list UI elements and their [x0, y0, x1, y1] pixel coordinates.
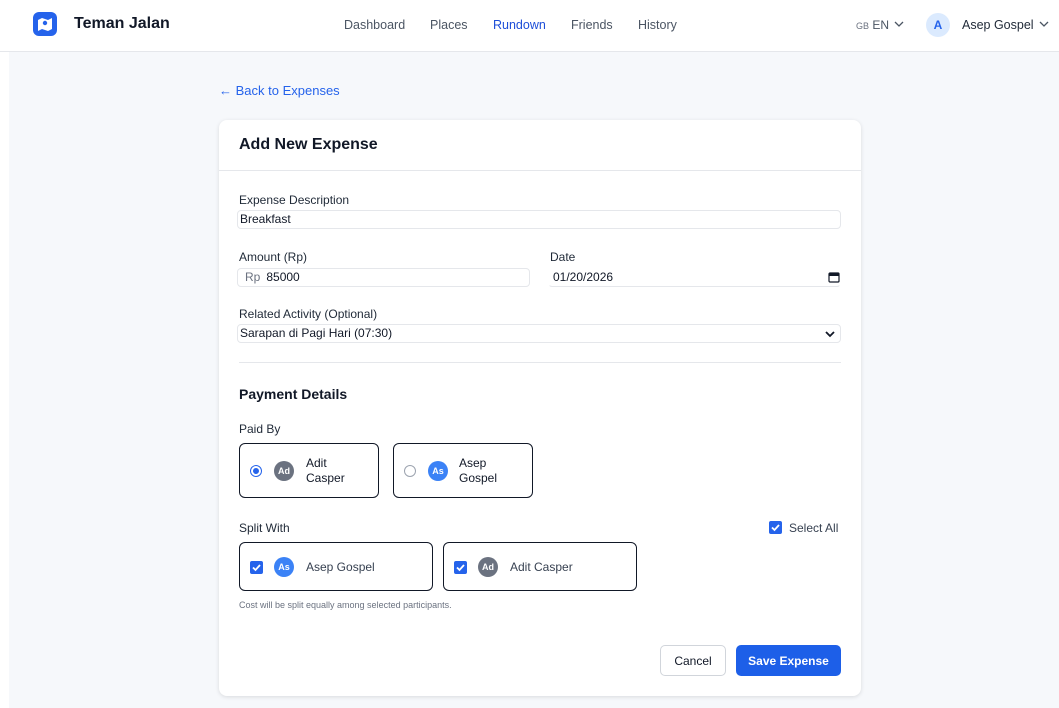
save-expense-button[interactable]: Save Expense — [736, 645, 841, 676]
back-to-expenses-link[interactable]: ← Back to Expenses — [219, 83, 340, 98]
check-icon — [456, 564, 465, 572]
nav-link-dashboard[interactable]: Dashboard — [344, 18, 405, 32]
nav-link-rundown[interactable]: Rundown — [493, 18, 546, 32]
cancel-button[interactable]: Cancel — [660, 645, 726, 676]
select-all-checkbox[interactable] — [769, 521, 782, 534]
paid-by-radio-adit[interactable] — [250, 465, 262, 477]
date-input[interactable]: 01/20/2026 — [548, 268, 841, 287]
nav-link-friends[interactable]: Friends — [571, 18, 613, 32]
avatar-adit: Ad — [274, 461, 294, 481]
split-name-adit: Adit Casper — [510, 560, 573, 574]
language-flag: GB — [856, 21, 870, 31]
check-icon — [252, 564, 261, 572]
payment-divider — [239, 362, 841, 363]
split-checkbox-adit[interactable] — [454, 561, 467, 574]
language-chevron-down-icon[interactable] — [894, 20, 904, 28]
top-navbar: Teman Jalan Dashboard Places Rundown Fri… — [0, 0, 1059, 52]
activity-label: Related Activity (Optional) — [239, 307, 378, 321]
nav-link-history[interactable]: History — [638, 18, 677, 32]
map-logo-icon[interactable] — [33, 12, 57, 36]
payment-details-title: Payment Details — [239, 386, 348, 402]
calendar-icon[interactable] — [828, 271, 840, 283]
description-value: Breakfast — [240, 212, 291, 226]
date-label: Date — [550, 250, 576, 264]
split-option-asep[interactable]: As Asep Gospel — [239, 542, 433, 591]
paid-by-option-asep[interactable]: As Asep Gospel — [393, 443, 533, 498]
select-all-label[interactable]: Select All — [789, 521, 838, 535]
avatar-asep-split: As — [274, 557, 294, 577]
split-name-asep: Asep Gospel — [306, 560, 375, 574]
title-divider — [219, 170, 861, 171]
user-menu-chevron-down-icon[interactable] — [1039, 20, 1049, 28]
activity-value: Sarapan di Pagi Hari (07:30) — [240, 326, 393, 340]
nav-link-places[interactable]: Places — [430, 18, 468, 32]
amount-label: Amount (Rp) — [239, 250, 308, 264]
split-option-adit[interactable]: Ad Adit Casper — [443, 542, 637, 591]
split-checkbox-asep[interactable] — [250, 561, 263, 574]
currency-prefix: Rp — [245, 270, 261, 284]
paid-by-name-asep-last: Gospel — [459, 471, 498, 485]
paid-by-name-adit-last: Casper — [306, 471, 345, 485]
paid-by-name-adit-first: Adit — [306, 456, 327, 470]
split-hint: Cost will be split equally among selecte… — [239, 600, 452, 610]
activity-chevron-down-icon[interactable] — [825, 330, 835, 338]
activity-select[interactable]: Sarapan di Pagi Hari (07:30) — [237, 324, 841, 343]
card-title: Add New Expense — [239, 136, 378, 153]
description-label: Expense Description — [239, 193, 350, 207]
add-expense-card: Add New Expense Expense Description Brea… — [219, 120, 861, 696]
user-name[interactable]: Asep Gospel — [962, 18, 1034, 32]
check-icon — [771, 524, 780, 532]
paid-by-name-asep-first: Asep — [459, 456, 487, 470]
language-selector[interactable]: GB EN — [856, 18, 889, 32]
user-avatar[interactable]: A — [926, 13, 950, 37]
language-code: EN — [872, 18, 890, 32]
left-edge-strip — [0, 52, 9, 708]
avatar-asep: As — [428, 461, 448, 481]
paid-by-label: Paid By — [239, 422, 281, 436]
paid-by-radio-asep[interactable] — [404, 465, 416, 477]
avatar-adit-split: Ad — [478, 557, 498, 577]
amount-input[interactable]: Rp 85000 — [237, 268, 530, 287]
date-value: 01/20/2026 — [553, 270, 614, 284]
brand-name[interactable]: Teman Jalan — [74, 15, 170, 33]
description-input[interactable]: Breakfast — [237, 210, 841, 229]
amount-value: 85000 — [266, 270, 300, 284]
split-with-label: Split With — [239, 521, 290, 535]
paid-by-option-adit[interactable]: Ad Adit Casper — [239, 443, 379, 498]
